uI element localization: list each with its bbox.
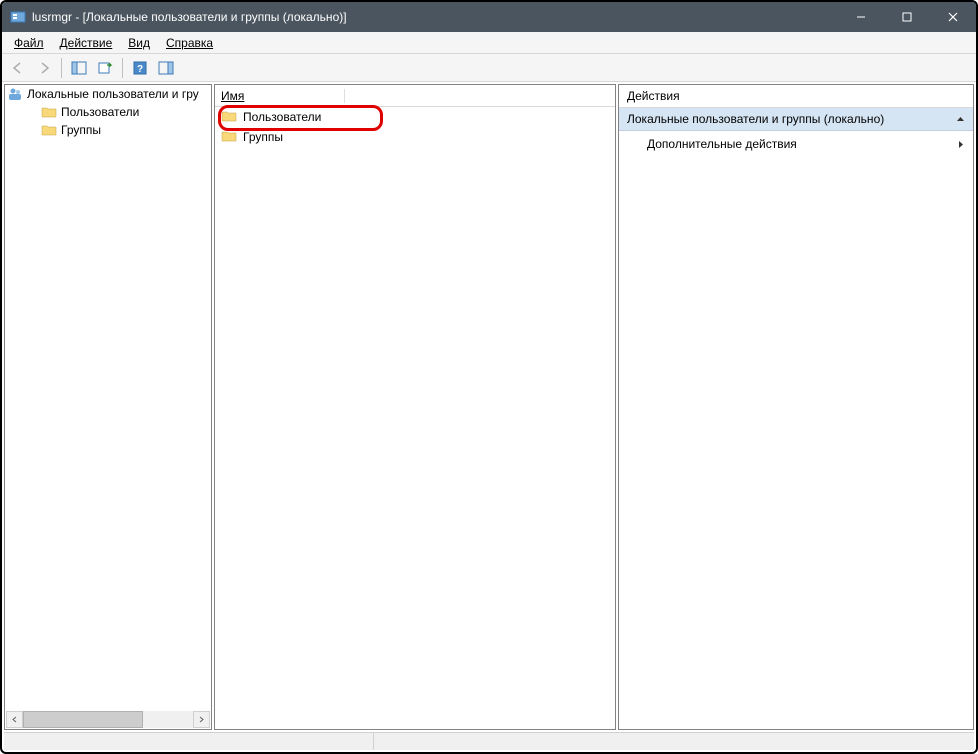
scroll-right-button[interactable] (193, 711, 210, 728)
tree-item-label: Пользователи (61, 105, 139, 119)
menu-action[interactable]: Действие (52, 34, 121, 52)
tree-item-label: Группы (61, 123, 101, 137)
horizontal-scrollbar[interactable] (6, 711, 210, 728)
show-hide-tree-button[interactable] (67, 56, 91, 80)
svg-text:?: ? (137, 64, 143, 75)
actions-row-label: Дополнительные действия (647, 137, 797, 151)
window-titlebar: lusrmgr - [Локальные пользователи и груп… (2, 2, 976, 32)
toolbar-separator (61, 58, 62, 78)
tree-item-groups[interactable]: Группы (5, 121, 211, 139)
menu-view[interactable]: Вид (120, 34, 158, 52)
status-cell (374, 733, 974, 750)
app-icon (10, 9, 26, 25)
list-item-label: Группы (243, 130, 283, 144)
minimize-button[interactable] (838, 2, 884, 32)
collapse-icon (956, 115, 965, 124)
refresh-button[interactable] (154, 56, 178, 80)
list-header-name[interactable]: Имя (221, 89, 345, 103)
menu-file[interactable]: Файл (6, 34, 52, 52)
statusbar (4, 732, 974, 750)
actions-more[interactable]: Дополнительные действия (619, 131, 973, 157)
list-item-label: Пользователи (243, 110, 321, 124)
help-button[interactable]: ? (128, 56, 152, 80)
list-item-users[interactable]: Пользователи (215, 107, 615, 127)
folder-icon (221, 109, 237, 125)
close-button[interactable] (930, 2, 976, 32)
folder-icon (41, 122, 57, 138)
list-pane: Имя Пользователи Группы (214, 84, 616, 730)
tree-root[interactable]: Локальные пользователи и гру (5, 85, 211, 103)
export-list-button[interactable] (93, 56, 117, 80)
window-title: lusrmgr - [Локальные пользователи и груп… (32, 10, 838, 24)
folder-icon (221, 129, 237, 145)
status-cell (4, 733, 374, 750)
scroll-thumb[interactable] (23, 711, 143, 728)
tree-item-users[interactable]: Пользователи (5, 103, 211, 121)
menubar: Файл Действие Вид Справка (2, 32, 976, 54)
chevron-right-icon (958, 140, 965, 149)
maximize-button[interactable] (884, 2, 930, 32)
back-button[interactable] (6, 56, 30, 80)
forward-button[interactable] (32, 56, 56, 80)
toolbar: ? (2, 54, 976, 82)
folder-icon (41, 104, 57, 120)
actions-subhead-label: Локальные пользователи и группы (локальн… (627, 112, 884, 126)
actions-pane: Действия Локальные пользователи и группы… (618, 84, 974, 730)
users-groups-icon (7, 86, 23, 102)
scroll-left-button[interactable] (6, 711, 23, 728)
list-item-groups[interactable]: Группы (215, 127, 615, 147)
toolbar-separator (122, 58, 123, 78)
list-header[interactable]: Имя (215, 85, 615, 107)
actions-title: Действия (619, 85, 973, 108)
tree-root-label: Локальные пользователи и гру (27, 87, 199, 101)
menu-help[interactable]: Справка (158, 34, 221, 52)
tree-pane: Локальные пользователи и гру Пользовател… (4, 84, 212, 730)
actions-subhead[interactable]: Локальные пользователи и группы (локальн… (619, 108, 973, 131)
